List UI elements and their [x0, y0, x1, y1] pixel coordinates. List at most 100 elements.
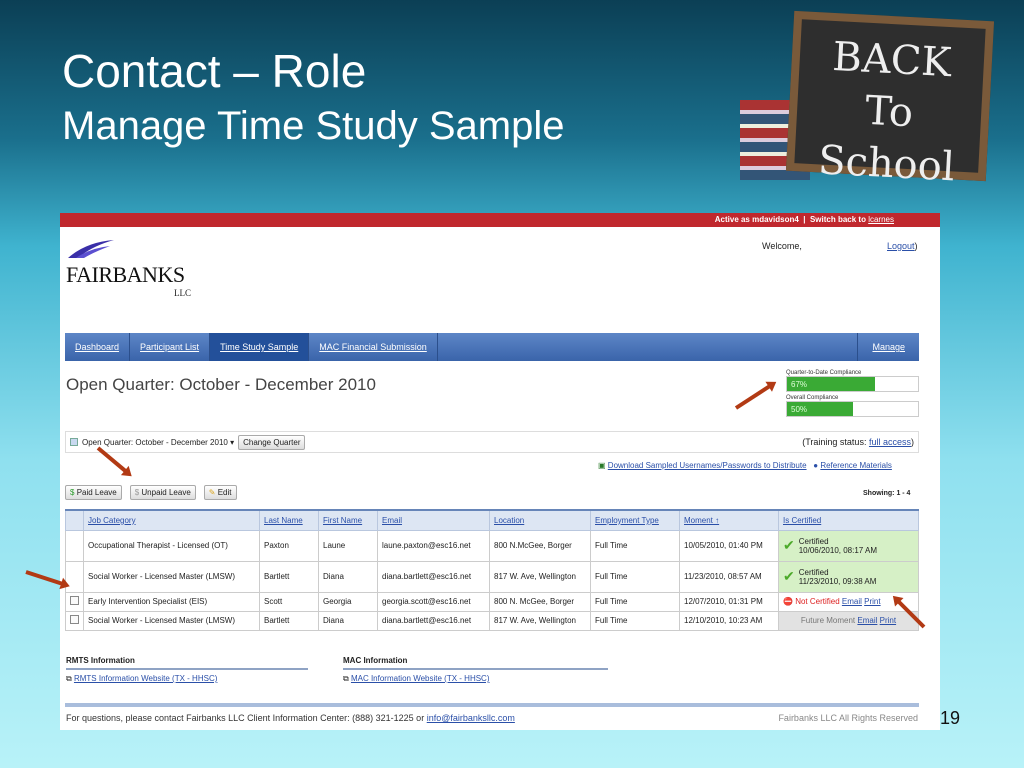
change-quarter-button[interactable]: Change Quarter	[238, 434, 306, 450]
nav-mac-financial-submission[interactable]: MAC Financial Submission	[309, 333, 438, 361]
edit-label: Edit	[217, 488, 232, 497]
employment-type: Full Time	[590, 529, 680, 562]
status: Not Certified	[795, 597, 840, 606]
last-name: Scott	[259, 591, 319, 612]
nav-manage[interactable]: Manage	[857, 333, 919, 361]
email: georgia.scott@esc16.net	[377, 591, 490, 612]
separator: |	[803, 215, 806, 224]
employment-type: Full Time	[590, 591, 680, 612]
nav-time-study-sample[interactable]: Time Study Sample	[210, 333, 310, 361]
location: 800 N.McGee, Borger	[489, 529, 591, 562]
moment: 12/07/2010, 01:31 PM	[679, 591, 779, 612]
switch-back-text: Switch back to	[809, 215, 866, 224]
first-name: Diana	[318, 610, 378, 631]
certified-date: 10/06/2010, 08:17 AM	[798, 545, 878, 555]
full-access-link[interactable]: full access	[869, 437, 911, 447]
moment: 10/05/2010, 01:40 PM	[679, 529, 779, 562]
app-screenshot: Active as mdavidson4 | Switch back to lc…	[60, 213, 940, 730]
switch-back-link[interactable]: lcarnes	[868, 215, 894, 224]
sample-table: Job Category Last Name First Name Email …	[65, 509, 919, 631]
not-certified-icon: ⛔	[783, 597, 793, 606]
table-row: Social Worker - Licensed Master (LMSW) B…	[65, 560, 919, 593]
print-link[interactable]: Print	[880, 616, 896, 625]
row-checkbox[interactable]	[70, 615, 79, 624]
row-select	[65, 610, 84, 631]
dollar-icon: $	[134, 488, 140, 497]
select-col	[65, 509, 84, 531]
col-is-certified[interactable]: Is Certified	[778, 509, 919, 531]
certified-cell: Future Moment Email Print	[778, 610, 919, 631]
location: 800 N. McGee, Borger	[489, 591, 591, 612]
overall-compliance-value: 50%	[787, 402, 853, 416]
dollar-icon: $	[70, 488, 75, 497]
row-select	[65, 591, 84, 612]
download-link[interactable]: Download Sampled Usernames/Passwords to …	[608, 461, 807, 470]
email-link[interactable]: Email	[857, 616, 877, 625]
reference-materials-link[interactable]: Reference Materials	[820, 461, 892, 470]
certified-date: 11/23/2010, 09:38 AM	[798, 576, 877, 586]
rmts-title: RMTS Information	[66, 656, 308, 670]
last-name: Paxton	[259, 529, 319, 562]
mac-link[interactable]: MAC Information Website (TX - HHSC)	[351, 674, 490, 683]
edit-button[interactable]: ✎ Edit	[203, 485, 237, 500]
showing-count: Showing: 1 - 4	[863, 490, 911, 497]
dropdown-arrow-icon: ▾	[230, 437, 235, 447]
contact-text: For questions, please contact Fairbanks …	[66, 713, 425, 723]
job-category: Early Intervention Specialist (EIS)	[83, 591, 260, 612]
training-status-label: (Training status:	[802, 437, 867, 447]
qtd-compliance-value: 67%	[787, 377, 875, 391]
certified-cell: ✔ Certified 11/23/2010, 09:38 AM	[778, 560, 919, 593]
unpaid-leave-button[interactable]: $ Unpaid Leave	[129, 485, 196, 500]
table-row: Early Intervention Specialist (EIS) Scot…	[65, 591, 919, 612]
external-link-icon: ⧉	[66, 674, 72, 683]
first-name: Diana	[318, 560, 378, 593]
job-category: Social Worker - Licensed Master (LMSW)	[83, 610, 260, 631]
col-last-name[interactable]: Last Name	[259, 509, 319, 531]
annotation-arrow	[25, 570, 65, 587]
logout-link[interactable]: Logout	[887, 241, 915, 251]
paren: )	[911, 437, 914, 447]
paid-leave-button[interactable]: $ Paid Leave	[65, 485, 122, 500]
location: 817 W. Ave, Wellington	[489, 560, 591, 593]
paren: )	[914, 241, 918, 251]
col-email[interactable]: Email	[377, 509, 490, 531]
email: laune.paxton@esc16.net	[377, 529, 490, 562]
print-link[interactable]: Print	[864, 597, 880, 606]
employment-type: Full Time	[590, 560, 680, 593]
nav-participant-list[interactable]: Participant List	[130, 333, 211, 361]
status: Future Moment	[800, 616, 856, 625]
status: Certified	[798, 536, 829, 546]
qtd-compliance-bar: 67%	[786, 376, 919, 392]
email-link[interactable]: Email	[842, 597, 862, 606]
certified-cell: ✔ Certified 10/06/2010, 08:17 AM	[778, 529, 919, 562]
col-moment[interactable]: Moment ↑	[679, 509, 779, 531]
compliance-panel: Quarter-to-Date Compliance 67% Overall C…	[786, 370, 919, 417]
logo-llc: LLC	[174, 288, 191, 298]
employment-type: Full Time	[590, 610, 680, 631]
paid-leave-label: Paid Leave	[76, 488, 117, 497]
row-select	[65, 529, 84, 562]
col-location[interactable]: Location	[489, 509, 591, 531]
calendar-icon	[70, 438, 78, 446]
quarter-select[interactable]: Open Quarter: October - December 2010 ▾	[82, 438, 234, 447]
quarter-bar: Open Quarter: October - December 2010 ▾ …	[65, 431, 919, 453]
quarter-select-value: Open Quarter: October - December 2010	[82, 437, 228, 447]
rmts-link[interactable]: RMTS Information Website (TX - HHSC)	[74, 674, 217, 683]
welcome-text: Welcome,	[762, 241, 802, 251]
col-first-name[interactable]: First Name	[318, 509, 378, 531]
info-icon: ●	[813, 461, 819, 470]
main-nav: Dashboard Participant List Time Study Sa…	[65, 333, 919, 361]
last-name: Bartlett	[259, 560, 319, 593]
col-employment-type[interactable]: Employment Type	[590, 509, 680, 531]
nav-dashboard[interactable]: Dashboard	[65, 333, 131, 361]
moment: 11/23/2010, 08:57 AM	[679, 560, 779, 593]
logo-name: FAIRBANKS	[66, 262, 185, 287]
back-to-school-chalkboard-image: BACK To School	[785, 10, 995, 190]
contact-email-link[interactable]: info@fairbanksllc.com	[427, 713, 515, 723]
row-checkbox[interactable]	[70, 596, 79, 605]
footer-divider	[65, 703, 919, 707]
location: 817 W. Ave, Wellington	[489, 610, 591, 631]
pencil-icon: ✎	[208, 488, 216, 497]
col-job-category[interactable]: Job Category	[83, 509, 260, 531]
status: Certified	[798, 567, 829, 577]
